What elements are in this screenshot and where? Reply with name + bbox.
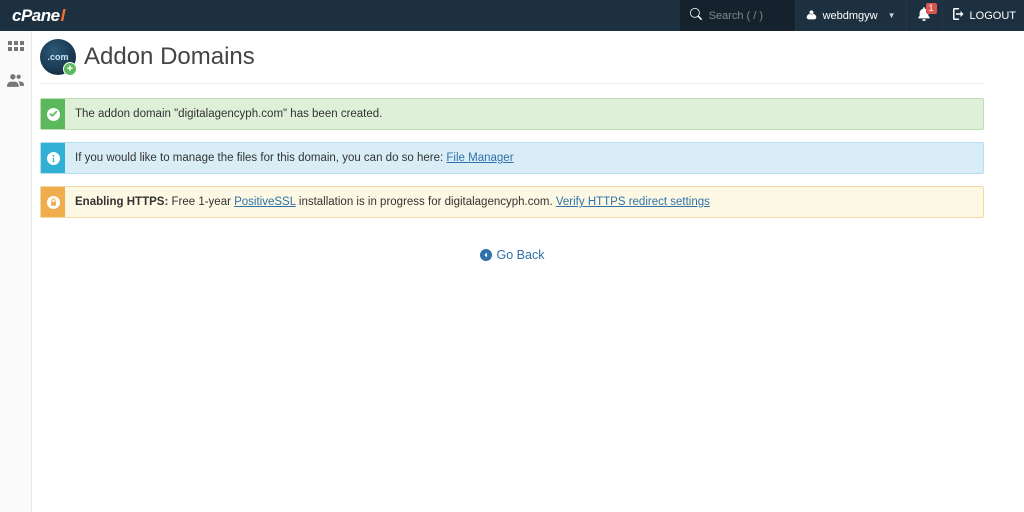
cpanel-logo[interactable]: cPanel: [0, 0, 77, 31]
top-header: cPanel webdmgyw ▼ 1 LOGOUT: [0, 0, 1024, 31]
info-circle-icon: [41, 143, 65, 173]
alert-info: If you would like to manage the files fo…: [40, 142, 984, 174]
notifications-button[interactable]: 1: [906, 0, 942, 31]
alert-warning: Enabling HTTPS: Free 1-year PositiveSSL …: [40, 186, 984, 218]
left-rail: [0, 31, 32, 512]
logout-button[interactable]: LOGOUT: [942, 0, 1024, 31]
check-circle-icon: [41, 99, 65, 129]
positivessl-link[interactable]: PositiveSSL: [234, 196, 296, 208]
search-icon: [690, 8, 702, 23]
users-icon[interactable]: [7, 72, 24, 94]
logout-label: LOGOUT: [970, 10, 1016, 22]
alert-success: The addon domain "digitalagencyph.com" h…: [40, 98, 984, 130]
page-title: Addon Domains: [84, 43, 255, 71]
alert-info-text: If you would like to manage the files fo…: [75, 152, 446, 164]
alert-warning-mid2: installation is in progress for digitala…: [296, 196, 556, 208]
file-manager-link[interactable]: File Manager: [446, 152, 513, 164]
page-icon-text: .com: [47, 52, 68, 62]
lock-icon: [41, 187, 65, 217]
alert-success-text: The addon domain "digitalagencyph.com" h…: [65, 99, 392, 129]
grid-apps-icon[interactable]: [8, 41, 24, 62]
page-header: .com + Addon Domains: [40, 35, 984, 84]
alert-warning-mid1: Free 1-year: [168, 196, 234, 208]
arrow-left-circle-icon: [480, 249, 492, 261]
main-area: .com + Addon Domains The addon domain "d…: [0, 31, 1024, 512]
username-label: webdmgyw: [823, 10, 878, 22]
verify-https-link[interactable]: Verify HTTPS redirect settings: [556, 196, 710, 208]
go-back-container: Go Back: [40, 246, 984, 264]
alert-warning-strong: Enabling HTTPS:: [75, 196, 168, 208]
alerts-container: The addon domain "digitalagencyph.com" h…: [40, 98, 984, 218]
content-area: .com + Addon Domains The addon domain "d…: [32, 31, 1024, 512]
global-search[interactable]: [680, 0, 795, 31]
search-input[interactable]: [709, 10, 785, 22]
alert-warning-body: Enabling HTTPS: Free 1-year PositiveSSL …: [65, 187, 720, 217]
alert-info-body: If you would like to manage the files fo…: [65, 143, 524, 173]
go-back-link[interactable]: Go Back: [480, 248, 545, 262]
user-icon: [806, 9, 817, 23]
notification-badge: 1: [926, 3, 937, 14]
logout-icon: [953, 8, 965, 23]
caret-down-icon: ▼: [888, 11, 896, 20]
addon-domains-icon: .com +: [40, 39, 76, 75]
plus-icon: +: [63, 62, 77, 76]
user-menu[interactable]: webdmgyw ▼: [795, 0, 906, 31]
go-back-label: Go Back: [497, 248, 545, 262]
